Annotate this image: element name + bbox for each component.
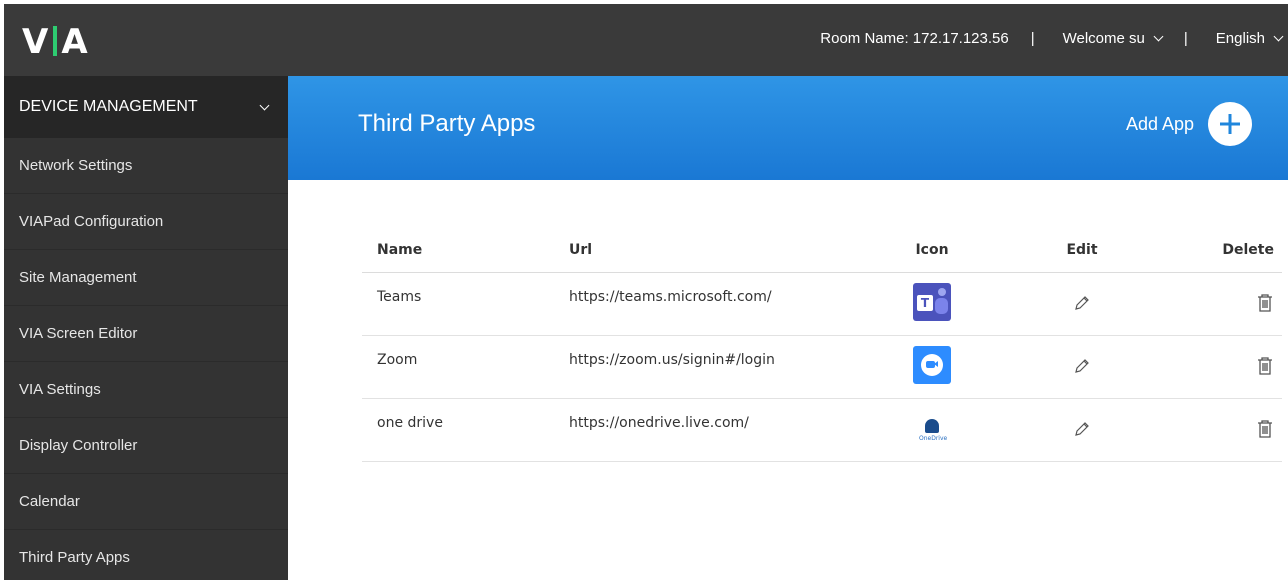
sidebar-item-label: Calendar [19,493,80,510]
app-name: one drive [362,398,554,462]
page-title: Third Party Apps [358,110,536,137]
app-frame: VA Room Name: 172.17.123.56 | Welcome su… [4,4,1288,580]
trash-icon[interactable] [1256,356,1274,376]
sidebar-item-calendar[interactable]: Calendar [4,474,288,530]
table-row: one drive https://onedrive.live.com/ One… [362,398,1282,462]
plus-icon[interactable] [1208,102,1252,146]
app-url: https://onedrive.live.com/ [554,398,882,462]
sidebar-item-label: Display Controller [19,437,138,454]
sidebar-item-third-party-apps[interactable]: Third Party Apps [4,530,288,580]
sidebar-item-display-controller[interactable]: Display Controller [4,418,288,474]
page-banner: Third Party Apps Add App [288,76,1288,180]
sidebar-item-label: VIAPad Configuration [19,213,164,230]
sidebar-item-network-settings[interactable]: Network Settings [4,138,288,194]
sidebar-section-label: DEVICE MANAGEMENT [19,98,198,115]
sidebar-item-label: VIA Screen Editor [19,325,138,342]
sidebar-item-via-settings[interactable]: VIA Settings [4,362,288,418]
top-bar: VA Room Name: 172.17.123.56 | Welcome su… [4,4,1288,76]
chevron-down-icon [1153,31,1164,42]
column-header-icon: Icon [882,228,982,273]
zoom-icon [913,345,951,384]
user-menu[interactable]: Welcome su [1062,30,1164,47]
sidebar-item-label: Site Management [19,269,137,286]
sidebar-item-label: Third Party Apps [19,549,130,566]
apps-table: Name Url Icon Edit Delete Teams https://… [362,228,1282,462]
pencil-icon[interactable] [1072,293,1092,313]
logo-bar [53,26,58,56]
sidebar: DEVICE MANAGEMENT Network Settings VIAPa… [4,76,288,580]
app-name: Teams [362,272,554,336]
sidebar-item-via-screen-editor[interactable]: VIA Screen Editor [4,306,288,362]
add-app-label: Add App [1125,113,1194,134]
trash-icon[interactable] [1256,419,1274,439]
app-name: Zoom [362,335,554,399]
app-url: https://zoom.us/signin#/login [554,335,882,399]
table-row: Teams https://teams.microsoft.com/ T [362,272,1282,336]
separator: | [1030,30,1035,47]
pencil-icon[interactable] [1072,356,1092,376]
trash-icon[interactable] [1256,293,1274,313]
table-row: Zoom https://zoom.us/signin#/login [362,335,1282,399]
sidebar-section-device-management[interactable]: DEVICE MANAGEMENT [4,76,288,138]
chevron-down-icon [259,100,270,110]
sidebar-item-label: VIA Settings [19,381,101,398]
room-name: Room Name: 172.17.123.56 [820,30,1009,47]
via-logo: VA [22,22,89,62]
add-app-button[interactable]: Add App [1126,102,1252,146]
language-label: English [1215,30,1265,47]
teams-icon: T [913,282,951,321]
column-header-name: Name [362,228,554,273]
pencil-icon[interactable] [1072,419,1092,439]
sidebar-item-site-management[interactable]: Site Management [4,250,288,306]
column-header-edit: Edit [982,228,1182,273]
top-info: Room Name: 172.17.123.56 | Welcome su | … [820,30,1284,47]
column-header-url: Url [554,228,882,273]
sidebar-item-label: Network Settings [19,157,133,174]
table-header-row: Name Url Icon Edit Delete [362,228,1282,273]
welcome-label: Welcome su [1062,30,1145,47]
chevron-down-icon [1273,31,1284,42]
onedrive-icon: OneDrive [917,409,947,447]
sidebar-item-viapad-configuration[interactable]: VIAPad Configuration [4,194,288,250]
column-header-delete: Delete [1182,228,1282,273]
app-url: https://teams.microsoft.com/ [554,272,882,336]
separator: | [1183,30,1188,47]
main-content: Third Party Apps Add App Name Url Icon E… [288,76,1288,580]
language-select[interactable]: English [1215,30,1284,47]
onedrive-caption: OneDrive [919,434,948,442]
